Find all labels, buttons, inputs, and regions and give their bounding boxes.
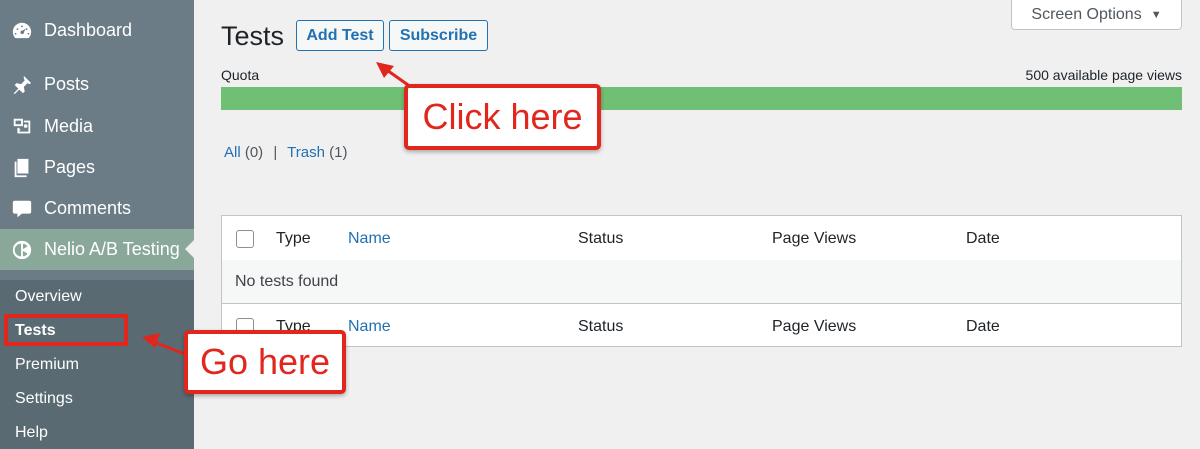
empty-message: No tests found [235, 273, 339, 290]
sidebar-item-label: Dashboard [44, 20, 133, 40]
media-icon [10, 115, 34, 139]
filter-all-count: (0) [244, 144, 264, 161]
column-footer-page-views: Page Views [772, 318, 857, 335]
table-footer-row: Type Name Status Page Views Date [222, 304, 1181, 347]
sidebar-item-pages[interactable]: Pages [0, 147, 194, 188]
sidebar-item-comments[interactable]: Comments [0, 188, 194, 229]
column-header-page-views: Page Views [772, 230, 857, 247]
sidebar-item-label: Media [44, 116, 94, 136]
nelio-icon [10, 238, 34, 262]
sidebar-item-dashboard[interactable]: Dashboard [0, 10, 194, 51]
filter-separator: | [273, 144, 278, 161]
submenu-item-settings[interactable]: Settings [15, 390, 73, 408]
column-header-status: Status [578, 230, 624, 247]
callout-text: Click here [422, 96, 583, 137]
add-test-button[interactable]: Add Test [296, 20, 384, 51]
tests-table: Type Name Status Page Views Date No test… [221, 215, 1182, 347]
filter-trash-link[interactable]: Trash [287, 144, 325, 161]
sidebar-item-media[interactable]: Media [0, 106, 194, 147]
column-header-type: Type [276, 230, 311, 247]
callout-text: Go here [199, 341, 331, 382]
submenu-item-help[interactable]: Help [15, 424, 48, 442]
screen-options-label: Screen Options [1031, 5, 1142, 23]
sidebar-item-label: Comments [44, 198, 132, 218]
quota-label: Quota [221, 67, 260, 83]
column-footer-status: Status [578, 318, 624, 335]
sidebar-item-label: Pages [44, 157, 96, 177]
nelio-submenu: Overview Tests Premium Settings Help [0, 280, 194, 449]
filter-trash-count: (1) [329, 144, 348, 161]
dashboard-icon [10, 19, 34, 43]
comment-icon [10, 197, 34, 221]
submenu-item-premium[interactable]: Premium [15, 356, 79, 374]
admin-sidebar: Dashboard Posts Media Pages Comments Nel… [0, 0, 194, 449]
tests-highlight-box [4, 314, 128, 346]
quota-progress-fill [221, 87, 1182, 110]
click-here-callout: Click here [404, 84, 601, 150]
sidebar-item-label: Nelio A/B Testing [44, 239, 180, 259]
page-title: Tests [221, 21, 285, 51]
sidebar-item-posts[interactable]: Posts [0, 64, 194, 105]
quota-available-text: 500 available page views [1025, 67, 1182, 83]
submenu-item-overview[interactable]: Overview [15, 288, 82, 306]
go-here-callout: Go here [184, 330, 346, 394]
table-header-row: Type Name Status Page Views Date [222, 216, 1181, 261]
sidebar-item-nelio-ab-testing[interactable]: Nelio A/B Testing [0, 229, 194, 270]
column-footer-name[interactable]: Name [348, 318, 391, 336]
column-header-date: Date [966, 230, 1000, 247]
table-row: No tests found [222, 260, 1181, 304]
sidebar-item-label: Posts [44, 74, 90, 94]
screen-options-button[interactable]: Screen Options ▼ [1011, 0, 1182, 30]
pin-icon [10, 73, 34, 97]
column-header-name[interactable]: Name [348, 230, 391, 248]
filter-all-link[interactable]: All [224, 144, 241, 161]
subscribe-button[interactable]: Subscribe [389, 20, 488, 51]
quota-progress-bar [221, 87, 1182, 110]
column-footer-date: Date [966, 318, 1000, 335]
caret-down-icon: ▼ [1150, 8, 1162, 21]
pages-icon [10, 156, 34, 180]
status-filters: All (0) | Trash (1) [224, 144, 347, 161]
select-all-checkbox[interactable] [236, 230, 254, 248]
